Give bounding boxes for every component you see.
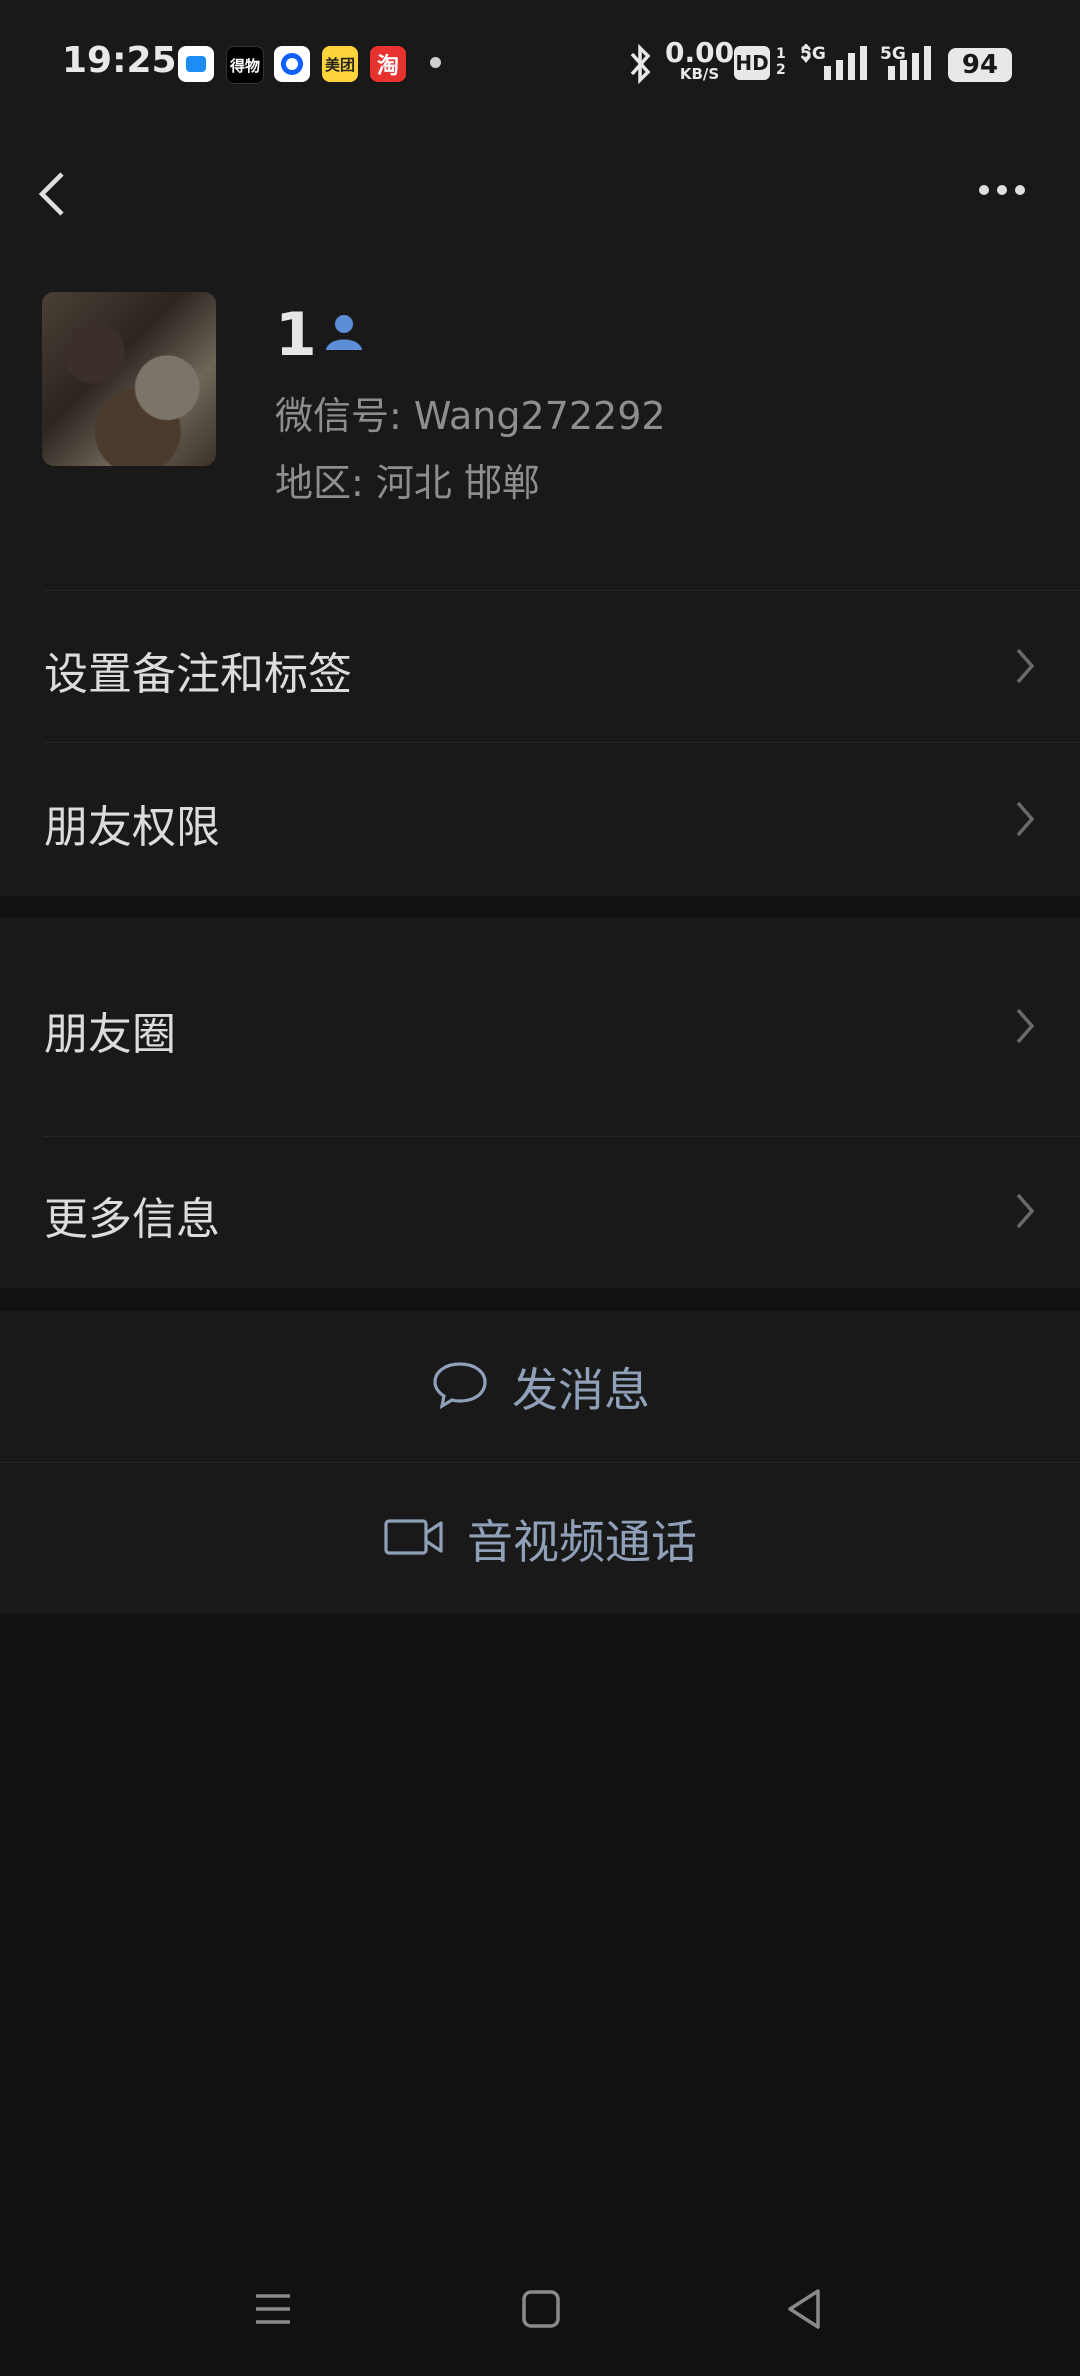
remark-tags-row[interactable]: 设置备注和标签 bbox=[0, 590, 1080, 742]
chat-bubble-icon bbox=[430, 1358, 490, 1416]
more-dots-icon[interactable] bbox=[972, 170, 1032, 210]
app-blue-icon bbox=[178, 46, 214, 82]
video-camera-icon bbox=[383, 1515, 445, 1563]
remark-tags-label: 设置备注和标签 bbox=[44, 649, 352, 700]
settings-group: 设置备注和标签 朋友权限 bbox=[0, 590, 1080, 896]
avatar[interactable] bbox=[42, 292, 216, 466]
send-message-button[interactable]: 发消息 bbox=[0, 1311, 1080, 1462]
hd-badge: HD bbox=[734, 46, 770, 80]
contact-name: 1 bbox=[275, 300, 317, 370]
more-info-row[interactable]: 更多信息 bbox=[0, 1137, 1080, 1288]
battery-indicator: 94 bbox=[948, 48, 1012, 82]
chevron-right-icon bbox=[1012, 1004, 1038, 1052]
app-circle-icon bbox=[274, 46, 310, 82]
home-icon[interactable] bbox=[518, 2286, 564, 2336]
chevron-right-icon bbox=[1012, 797, 1038, 845]
friend-permissions-row[interactable]: 朋友权限 bbox=[0, 743, 1080, 896]
friend-permissions-label: 朋友权限 bbox=[44, 802, 220, 853]
info-group: 朋友圈 更多信息 bbox=[0, 918, 1080, 1288]
back-triangle-icon[interactable] bbox=[782, 2286, 828, 2336]
moments-row[interactable]: 朋友圈 bbox=[0, 918, 1080, 1136]
recent-apps-icon[interactable] bbox=[250, 2286, 296, 2336]
region: 地区: 河北 邯郸 bbox=[275, 461, 540, 505]
status-time: 19:25 bbox=[62, 40, 177, 81]
more-info-label: 更多信息 bbox=[44, 1194, 220, 1245]
back-chevron-icon[interactable] bbox=[30, 156, 80, 226]
meituan-icon: 美团 bbox=[322, 46, 358, 82]
status-bar: 19:25 得物 美团 淘 0.00 KB/S HD 12 5G 5G 94 bbox=[0, 0, 1080, 130]
chevron-right-icon bbox=[1012, 644, 1038, 692]
send-message-label: 发消息 bbox=[512, 1362, 650, 1417]
network-speed: 0.00 KB/S bbox=[665, 36, 735, 83]
video-call-button[interactable]: 音视频通话 bbox=[0, 1463, 1080, 1614]
bluetooth-icon bbox=[626, 43, 654, 88]
top-bar bbox=[0, 130, 1080, 270]
sim-label: 12 bbox=[776, 46, 786, 78]
wechat-id: 微信号: Wang272292 bbox=[275, 394, 666, 438]
taobao-icon: 淘 bbox=[370, 46, 406, 82]
dewu-icon: 得物 bbox=[226, 46, 264, 84]
notification-dot bbox=[430, 57, 441, 68]
video-call-label: 音视频通话 bbox=[467, 1514, 697, 1569]
user-icon bbox=[322, 310, 366, 358]
chevron-right-icon bbox=[1012, 1189, 1038, 1237]
moments-label: 朋友圈 bbox=[44, 1009, 176, 1060]
